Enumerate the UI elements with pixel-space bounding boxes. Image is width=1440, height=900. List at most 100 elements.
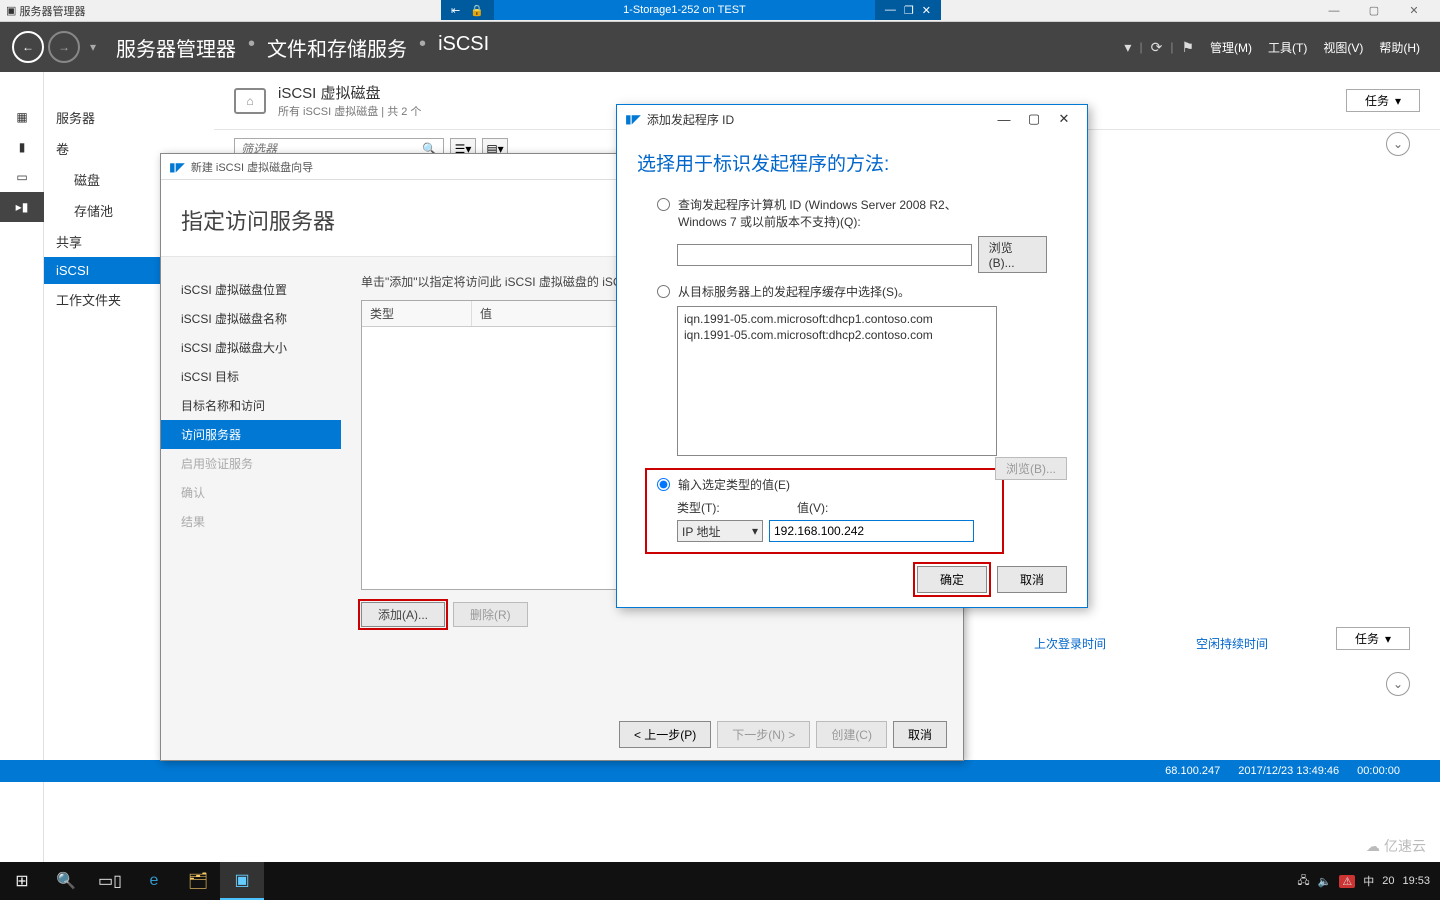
- chevron-right-icon: •: [248, 33, 255, 62]
- rail-iscsi-icon[interactable]: ▸▮: [0, 192, 44, 222]
- ime-indicator[interactable]: 中: [1363, 873, 1374, 889]
- collapse-toggle-lower[interactable]: ⌄: [1386, 672, 1410, 696]
- wizard-window-title: 新建 iSCSI 虚拟磁盘向导: [191, 159, 313, 175]
- system-tray[interactable]: 🖧 🔈 ⚠ 中 20 19:53: [1297, 872, 1440, 891]
- selected-initiator-row[interactable]: 68.100.247 2017/12/23 13:49:46 00:00:00: [0, 760, 1440, 782]
- rail-volumes-icon[interactable]: ▮: [0, 132, 44, 162]
- maximize-button[interactable]: ▢: [1354, 4, 1394, 17]
- vm-lock-icon[interactable]: 🔒: [470, 4, 484, 17]
- radio-cache[interactable]: [657, 285, 670, 298]
- app-icon: ▣: [6, 4, 16, 17]
- network-icon[interactable]: 🖧: [1297, 872, 1309, 891]
- breadcrumb-section[interactable]: 文件和存储服务: [267, 33, 407, 62]
- initiator-cache-list[interactable]: iqn.1991-05.com.microsoft:dhcp1.contoso.…: [677, 306, 997, 456]
- step-size[interactable]: iSCSI 虚拟磁盘大小: [161, 333, 341, 362]
- search-button[interactable]: 🔍: [44, 862, 88, 900]
- radio-query[interactable]: [657, 198, 670, 211]
- minimize-button[interactable]: —: [1314, 5, 1354, 17]
- chevron-right-icon: •: [419, 33, 426, 62]
- dialog-minimize-button[interactable]: —: [989, 112, 1019, 127]
- cache-item[interactable]: iqn.1991-05.com.microsoft:dhcp2.contoso.…: [684, 327, 990, 343]
- add-button[interactable]: 添加(A)...: [361, 602, 445, 627]
- breadcrumb-root[interactable]: 服务器管理器: [116, 33, 236, 62]
- flag-icon[interactable]: ⚑: [1181, 39, 1194, 56]
- rail-disks-icon[interactable]: ▭: [0, 162, 44, 192]
- menu-manage[interactable]: 管理(M): [1210, 39, 1252, 56]
- panel-title: iSCSI 虚拟磁盘: [278, 82, 421, 103]
- step-access-servers[interactable]: 访问服务器: [161, 420, 341, 449]
- step-confirm: 确认: [161, 478, 341, 507]
- security-icon[interactable]: ⚠: [1339, 875, 1355, 888]
- vm-restore-button[interactable]: ❐: [904, 4, 914, 17]
- query-computer-input[interactable]: [677, 244, 972, 266]
- col-idle-time[interactable]: 空闲持续时间: [1196, 635, 1268, 652]
- grid-col-type[interactable]: 类型: [362, 301, 472, 326]
- vm-minimize-button[interactable]: —: [885, 4, 896, 16]
- step-target-name[interactable]: 目标名称和访问: [161, 391, 341, 420]
- icon-rail: ▦ ▮ ▭ ▸▮: [0, 72, 44, 862]
- refresh-icon[interactable]: ⟳: [1151, 39, 1163, 56]
- clock[interactable]: 19:53: [1402, 875, 1430, 887]
- breadcrumb: 服务器管理器 • 文件和存储服务 • iSCSI: [116, 33, 489, 62]
- menu-view[interactable]: 视图(V): [1323, 39, 1363, 56]
- cloud-icon: ☁: [1366, 838, 1380, 855]
- start-button[interactable]: ⊞: [0, 862, 44, 900]
- browse-computer-button[interactable]: 浏览(B)...: [978, 236, 1047, 273]
- nav-dropdown-icon[interactable]: ▾: [90, 40, 96, 54]
- task-view-button[interactable]: ▭▯: [88, 862, 132, 900]
- option-manual[interactable]: 输入选定类型的值(E): [657, 476, 992, 493]
- dialog-titlebar[interactable]: ▮◤ 添加发起程序 ID — ▢ ✕: [617, 105, 1087, 133]
- watermark: ☁ 亿速云: [1358, 834, 1434, 858]
- watermark-text: 亿速云: [1384, 836, 1426, 856]
- rail-servers-icon[interactable]: ▦: [0, 102, 44, 132]
- row-login-time: 2017/12/23 13:49:46: [1238, 765, 1339, 777]
- menu-help[interactable]: 帮助(H): [1379, 39, 1420, 56]
- panel-subtitle: 所有 iSCSI 虚拟磁盘 | 共 2 个: [278, 103, 421, 119]
- step-target[interactable]: iSCSI 目标: [161, 362, 341, 391]
- sound-icon[interactable]: 🔈: [1318, 875, 1332, 888]
- ie-icon[interactable]: e: [132, 862, 176, 900]
- explorer-icon[interactable]: 🗂: [176, 862, 220, 900]
- vm-pin-icon[interactable]: ⇤: [451, 4, 460, 17]
- value-input[interactable]: [769, 520, 974, 542]
- radio-manual[interactable]: [657, 478, 670, 491]
- dialog-maximize-button[interactable]: ▢: [1019, 111, 1049, 127]
- server-manager-taskbar-icon[interactable]: ▣: [220, 862, 264, 900]
- option-cache[interactable]: 从目标服务器上的发起程序缓存中选择(S)。: [657, 283, 1047, 300]
- step-location[interactable]: iSCSI 虚拟磁盘位置: [161, 275, 341, 304]
- vm-close-button[interactable]: ✕: [922, 4, 931, 17]
- option-query[interactable]: 查询发起程序计算机 ID (Windows Server 2008 R2、Win…: [657, 196, 1047, 230]
- close-button[interactable]: ✕: [1394, 4, 1434, 17]
- vm-title: 1-Storage1-252 on TEST: [494, 4, 875, 16]
- option-manual-group: 输入选定类型的值(E) 类型(T): 值(V): IP 地址 ▾: [647, 470, 1002, 552]
- next-button: 下一步(N) >: [717, 721, 810, 748]
- browse-value-button: 浏览(B)...: [995, 457, 1067, 480]
- dialog-heading: 选择用于标识发起程序的方法:: [617, 133, 1087, 196]
- nav-servers[interactable]: 服务器: [44, 102, 214, 133]
- type-label: 类型(T):: [677, 499, 777, 516]
- option-cache-label: 从目标服务器上的发起程序缓存中选择(S)。: [678, 283, 910, 300]
- dialog-window-title: 添加发起程序 ID: [647, 111, 734, 128]
- nav-back-button[interactable]: ←: [12, 31, 44, 63]
- ok-button[interactable]: 确定: [917, 566, 987, 593]
- step-name[interactable]: iSCSI 虚拟磁盘名称: [161, 304, 341, 333]
- dialog-close-button[interactable]: ✕: [1049, 111, 1079, 127]
- row-idle: 00:00:00: [1357, 765, 1400, 777]
- nav-forward-button[interactable]: →: [48, 31, 80, 63]
- cancel-button[interactable]: 取消: [893, 721, 947, 748]
- create-button: 创建(C): [816, 721, 887, 748]
- cache-item[interactable]: iqn.1991-05.com.microsoft:dhcp1.contoso.…: [684, 311, 990, 327]
- menu-tools[interactable]: 工具(T): [1268, 39, 1307, 56]
- col-last-login[interactable]: 上次登录时间: [1034, 635, 1106, 652]
- breadcrumb-leaf[interactable]: iSCSI: [438, 33, 489, 62]
- dialog-cancel-button[interactable]: 取消: [997, 566, 1067, 593]
- collapse-toggle-upper[interactable]: ⌄: [1386, 132, 1410, 156]
- dialog-icon: ▮◤: [625, 112, 641, 126]
- prev-button[interactable]: < 上一步(P): [619, 721, 711, 748]
- tasks-dropdown[interactable]: 任务 ▾: [1346, 89, 1420, 112]
- server-manager-header: ← → ▾ 服务器管理器 • 文件和存储服务 • iSCSI ▾ | ⟳ | ⚑…: [0, 22, 1440, 72]
- app-title: 服务器管理器: [19, 3, 85, 19]
- type-combo[interactable]: IP 地址 ▾: [677, 520, 763, 542]
- option-query-label: 查询发起程序计算机 ID (Windows Server 2008 R2、Win…: [678, 196, 978, 230]
- dropdown-icon[interactable]: ▾: [1124, 39, 1131, 56]
